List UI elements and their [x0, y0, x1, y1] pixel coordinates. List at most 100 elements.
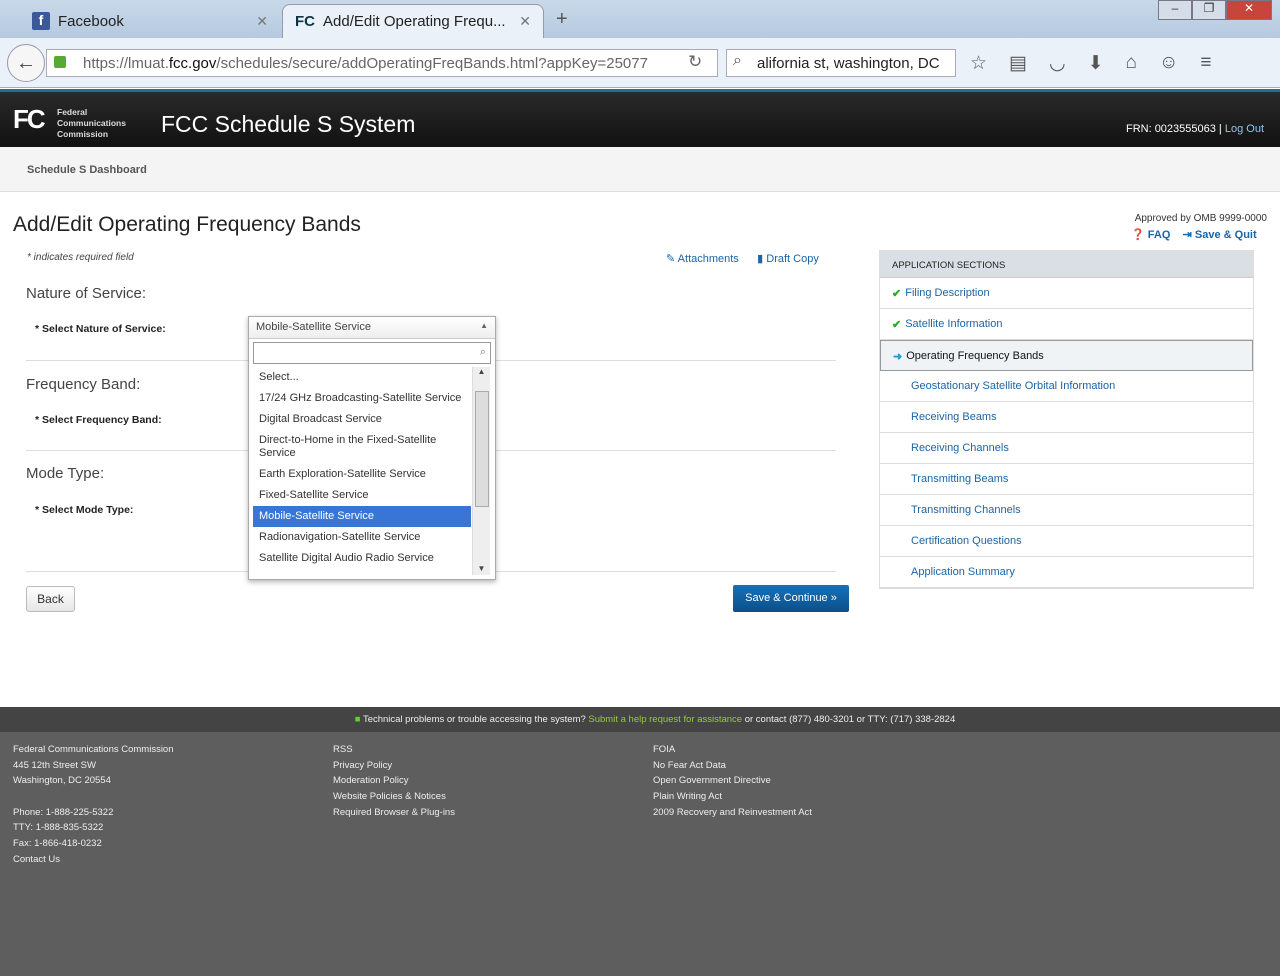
scroll-down-icon[interactable]: ▼	[473, 564, 490, 573]
footer-item[interactable]: Contact Us	[13, 852, 174, 868]
footer-item[interactable]: Plain Writing Act	[653, 789, 812, 805]
save-quit-link[interactable]: Save & Quit	[1195, 229, 1257, 241]
section-label: Transmitting Channels	[911, 504, 1021, 516]
toolbar-icons: ☆ ▤ ◡ ⬇ ⌂ ☺ ≡	[970, 52, 1212, 75]
section-item[interactable]: ✔ Satellite Information	[880, 309, 1253, 340]
url-bar[interactable]: https://lmuat. fcc.gov/schedules/secure/a…	[46, 49, 718, 77]
help-request-link[interactable]: Submit a help request for assistance	[588, 714, 742, 725]
dropdown-option[interactable]: Radionavigation-Satellite Service	[253, 527, 471, 548]
menu-icon[interactable]: ≡	[1200, 52, 1211, 75]
section-item[interactable]: ➜ Operating Frequency Bands	[880, 340, 1253, 371]
chat-icon: ■	[354, 714, 361, 725]
section-label: Geostationary Satellite Orbital Informat…	[911, 380, 1116, 392]
search-value: alifornia st, washington, DC	[757, 54, 940, 72]
section-label: Satellite Information	[905, 318, 1003, 330]
scroll-up-icon[interactable]: ▲	[473, 367, 490, 376]
checkmark-icon: ✔	[892, 288, 902, 300]
pocket-icon[interactable]: ◡	[1049, 52, 1066, 75]
restore-icon[interactable]: ❐	[1192, 0, 1226, 20]
browser-search-input[interactable]: alifornia st, washington, DC	[726, 49, 956, 77]
footer-item[interactable]: Website Policies & Notices	[333, 789, 455, 805]
footer-item: Fax: 1-866-418-0232	[13, 838, 102, 850]
section-heading: Frequency Band:	[26, 376, 141, 393]
dropdown-option[interactable]: Direct-to-Home in the Fixed-Satellite Se…	[253, 430, 471, 464]
arrow-right-icon: ➜	[893, 351, 903, 363]
footer	[0, 732, 1280, 976]
fcc-logo[interactable]: FC	[13, 104, 46, 135]
nature-of-service-dropdown[interactable]: Mobile-Satellite Service ▲ ⌕ Select... 17/…	[248, 316, 496, 580]
help-bar: ■ Technical problems or trouble accessin…	[0, 707, 1280, 732]
section-label: Transmitting Beams	[911, 473, 1009, 485]
faq-link[interactable]: FAQ	[1148, 229, 1171, 241]
scroll-thumb[interactable]	[475, 391, 489, 507]
back-button[interactable]: Back	[26, 586, 75, 612]
footer-item: 2009 Recovery and Reinvestment Act	[653, 806, 812, 818]
section-item[interactable]: Transmitting Channels	[880, 495, 1253, 526]
home-icon[interactable]: ⌂	[1126, 52, 1137, 75]
dropdown-selected[interactable]: Mobile-Satellite Service ▲	[249, 317, 495, 339]
minimize-icon[interactable]: –	[1158, 0, 1192, 20]
dropdown-search-input[interactable]: ⌕	[253, 342, 491, 364]
reload-icon[interactable]: ↻	[688, 52, 702, 72]
chevron-up-icon: ▲	[480, 321, 488, 330]
tab-facebook[interactable]: f Facebook ✕	[20, 4, 280, 38]
tab-label: Add/Edit Operating Frequ...	[323, 13, 506, 30]
page-title: Add/Edit Operating Frequency Bands	[13, 213, 361, 236]
application-sections: APPLICATION SECTIONS ✔ Filing Description…	[879, 250, 1254, 589]
attachments-link[interactable]: Attachments	[678, 253, 739, 265]
footer-item: Federal Communications Commission	[13, 744, 174, 755]
footer-item[interactable]: No Fear Act Data	[653, 758, 812, 774]
footer-col-gov: FOIA No Fear Act Data Open Government Dire…	[653, 742, 812, 820]
close-window-icon[interactable]: ✕	[1226, 0, 1272, 20]
help-contact: or contact (877) 480-3201 or TTY: (717) …	[744, 714, 956, 725]
sections-heading: APPLICATION SECTIONS	[880, 251, 1253, 278]
footer-item[interactable]: Moderation Policy	[333, 773, 455, 789]
field-label: * Select Frequency Band:	[35, 414, 162, 426]
reading-list-icon[interactable]: ▤	[1009, 52, 1027, 75]
bookmark-star-icon[interactable]: ☆	[970, 52, 987, 75]
section-item[interactable]: Application Summary	[880, 557, 1253, 588]
close-tab-icon[interactable]: ✕	[519, 13, 531, 30]
section-item[interactable]: Certification Questions	[880, 526, 1253, 557]
footer-col-policies: RSS Privacy Policy Moderation Policy Websit…	[333, 742, 455, 820]
back-arrow-icon[interactable]: ←	[7, 44, 45, 82]
section-label: Receiving Channels	[911, 442, 1009, 454]
dashboard-link[interactable]: Schedule S Dashboard	[27, 164, 147, 176]
dropdown-option[interactable]: Earth Exploration-Satellite Service	[253, 464, 471, 485]
url-domain: fcc.gov	[168, 54, 217, 72]
section-item[interactable]: Receiving Channels	[880, 433, 1253, 464]
footer-item[interactable]: Required Browser & Plug-ins	[333, 805, 455, 821]
footer-col-address: Federal Communications Commission 445 12t…	[13, 742, 174, 868]
section-item[interactable]: Geostationary Satellite Orbital Informat…	[880, 371, 1253, 402]
section-item[interactable]: Receiving Beams	[880, 402, 1253, 433]
section-item[interactable]: Transmitting Beams	[880, 464, 1253, 495]
download-icon[interactable]: ⬇	[1088, 52, 1104, 75]
dropdown-option[interactable]: Fixed-Satellite Service	[253, 485, 471, 506]
section-label: Certification Questions	[911, 535, 1022, 547]
dropdown-scrollbar[interactable]: ▲ ▼	[472, 367, 490, 575]
tab-fcc[interactable]: FC Add/Edit Operating Frequ... ✕	[282, 4, 544, 38]
smiley-icon[interactable]: ☺	[1159, 52, 1178, 75]
footer-item[interactable]: Open Government Directive	[653, 773, 812, 789]
help-text: Technical problems or trouble accessing …	[362, 714, 586, 725]
dropdown-option[interactable]: Digital Broadcast Service	[253, 409, 471, 430]
dropdown-option[interactable]: Satellite Digital Audio Radio Service	[253, 548, 471, 569]
save-continue-button[interactable]: Save & Continue »	[733, 585, 849, 612]
footer-item[interactable]: FOIA	[653, 742, 812, 758]
footer-item[interactable]: RSS	[333, 742, 455, 758]
frn: FRN: 0023555063	[1125, 123, 1216, 135]
subnav	[0, 147, 1280, 192]
dropdown-option[interactable]: Select...	[253, 367, 471, 388]
section-label: Application Summary	[911, 566, 1015, 578]
app-title: FCC Schedule S System	[161, 111, 416, 137]
draft-copy-link[interactable]: Draft Copy	[766, 253, 819, 265]
dropdown-option[interactable]: 17/24 GHz Broadcasting-Satellite Service	[253, 388, 471, 409]
lock-icon	[54, 56, 66, 68]
footer-item[interactable]: Privacy Policy	[333, 758, 455, 774]
new-tab-icon[interactable]: +	[556, 8, 568, 31]
section-item[interactable]: ✔ Filing Description	[880, 278, 1253, 309]
logout-link[interactable]: Log Out	[1225, 123, 1264, 135]
close-tab-icon[interactable]: ✕	[256, 13, 268, 30]
dropdown-option[interactable]: Mobile-Satellite Service	[253, 506, 471, 527]
document-icon: ▮	[757, 253, 764, 265]
